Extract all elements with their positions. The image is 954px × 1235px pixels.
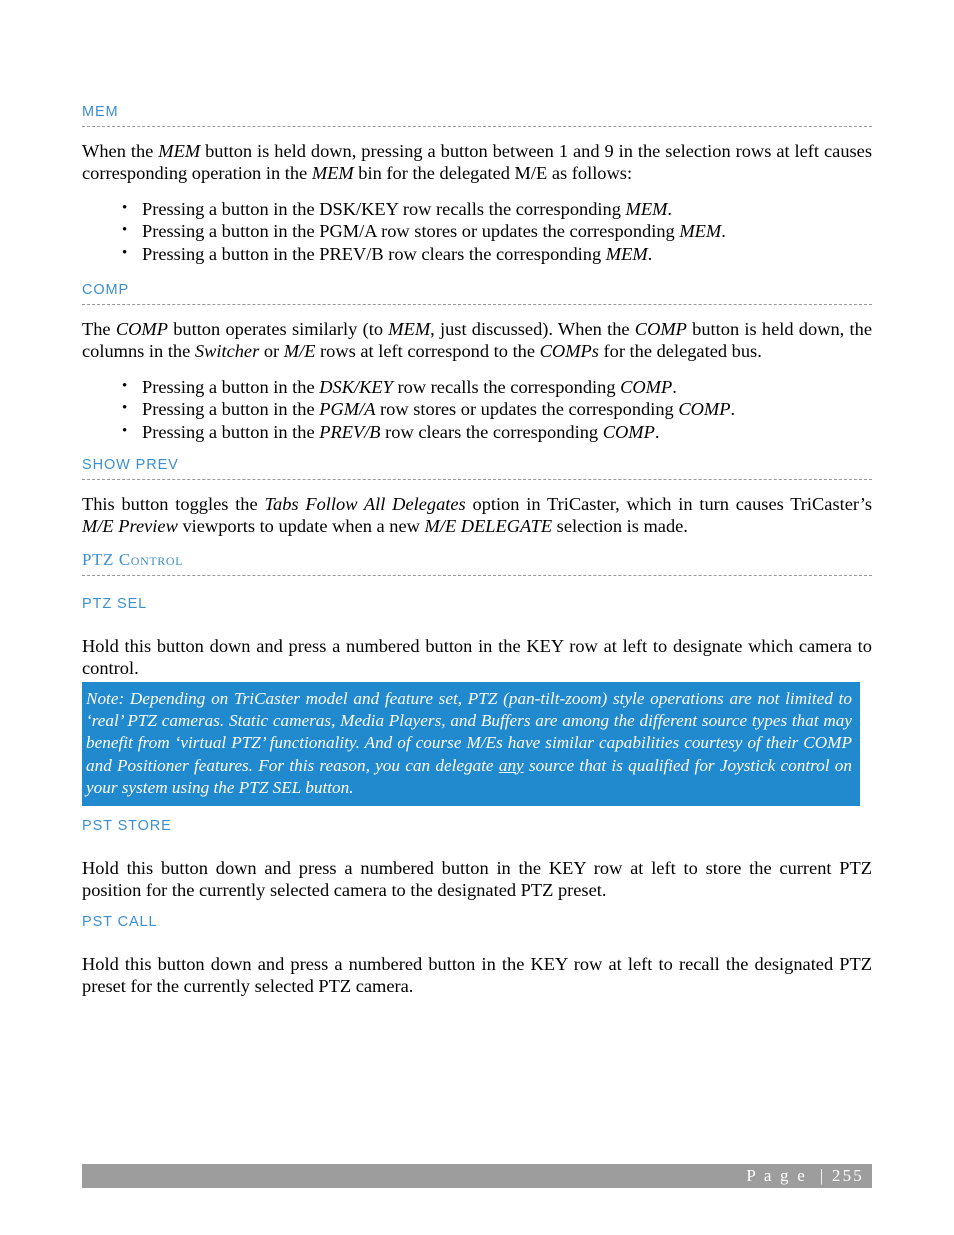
- text-run: .: [647, 244, 653, 265]
- text-run: Pressing a button in the: [142, 399, 320, 420]
- text-run: bin for the delegated M/E as follows:: [353, 163, 633, 184]
- emphasis: DSK/KEY: [319, 376, 393, 397]
- text-run: .: [667, 198, 673, 219]
- emphasis-underline-any: any: [498, 755, 524, 775]
- document-page: MEM When the MEM button is held down, pr…: [0, 0, 954, 1235]
- emphasis: Switcher: [194, 341, 260, 362]
- list-item: Pressing a button in the PREV/B row clea…: [82, 242, 872, 266]
- list-item: Pressing a button in the PGM/A row store…: [82, 397, 872, 421]
- text-run: When the: [82, 140, 159, 161]
- heading-pst-store: PST STORE: [82, 818, 172, 834]
- emphasis: COMP: [115, 318, 168, 339]
- heading-pst-call: PST CALL: [82, 914, 158, 930]
- emphasis: MEM: [388, 318, 431, 339]
- text-run: .: [721, 221, 726, 242]
- emphasis: COMP: [602, 422, 655, 443]
- text-run: Pressing a button in the: [142, 376, 320, 397]
- text-run: .: [654, 422, 660, 443]
- text-run: The: [82, 318, 116, 339]
- bullet-list-mem: Pressing a button in the DSK/KEY row rec…: [82, 197, 872, 266]
- note-callout-box: Note: Depending on TriCaster model and f…: [82, 682, 860, 807]
- text-run: row clears the corresponding: [380, 422, 603, 443]
- emphasis: M/E: [283, 341, 316, 362]
- emphasis-mem: MEM: [158, 140, 201, 161]
- text-run: for the delegated bus.: [598, 341, 762, 362]
- text-run: viewports to update when a new: [177, 516, 425, 537]
- footer-page-number: P a g e | 255: [746, 1166, 864, 1185]
- heading-show-prev: SHOW PREV: [82, 457, 872, 480]
- text-run: row recalls the corresponding: [392, 376, 621, 397]
- emphasis: COMP: [634, 318, 687, 339]
- list-item: Pressing a button in the DSK/KEY row rec…: [82, 375, 872, 399]
- bullet-list-comp: Pressing a button in the DSK/KEY row rec…: [82, 375, 872, 444]
- section-ptz-control: PTZ Control: [82, 550, 872, 576]
- heading-ptz-sel: PTZ SEL: [82, 596, 148, 612]
- heading-mem: MEM: [82, 104, 872, 127]
- text-run: Pressing a button in the DSK/KEY row rec…: [142, 198, 626, 219]
- footer-bar: P a g e | 255: [82, 1164, 872, 1188]
- emphasis: PGM/A: [319, 399, 376, 420]
- text-run: selection is made.: [552, 516, 688, 537]
- text-run: option in TriCaster, which in turn cause…: [465, 493, 872, 514]
- text-run: .: [730, 399, 736, 420]
- emphasis: MEM: [625, 198, 668, 219]
- heading-comp: COMP: [82, 282, 872, 305]
- paragraph-pst-store: Hold this button down and press a number…: [82, 857, 872, 901]
- heading-ptz-control: PTZ Control: [82, 550, 872, 576]
- section-ptz-sel: PTZ SEL Hold this button down and press …: [82, 596, 872, 680]
- paragraph-mem: When the MEM button is held down, pressi…: [82, 140, 872, 185]
- emphasis: COMP: [678, 399, 731, 420]
- emphasis: COMP: [620, 376, 673, 397]
- emphasis-mem: MEM: [311, 163, 354, 184]
- emphasis: MEM: [605, 244, 648, 265]
- paragraph-comp: The COMP button operates similarly (to M…: [82, 318, 872, 363]
- text-run: or: [259, 341, 284, 362]
- section-comp: COMP The COMP button operates similarly …: [82, 282, 872, 444]
- text-run: button operates similarly (to: [167, 318, 389, 339]
- section-pst-store: PST STORE Hold this button down and pres…: [82, 818, 872, 902]
- text-run: rows at left correspond to the: [315, 341, 540, 362]
- paragraph-ptz-sel: Hold this button down and press a number…: [82, 635, 872, 679]
- text-run: row stores or updates the corresponding: [375, 399, 679, 420]
- section-mem: MEM When the MEM button is held down, pr…: [82, 104, 872, 266]
- section-show-prev: SHOW PREV This button toggles the Tabs F…: [82, 457, 872, 538]
- section-pst-call: PST CALL Hold this button down and press…: [82, 914, 872, 998]
- paragraph-pst-call: Hold this button down and press a number…: [82, 953, 872, 997]
- emphasis: M/E Preview: [82, 516, 178, 537]
- text-run: , just discussed). When the: [430, 318, 635, 339]
- emphasis: COMPs: [539, 341, 599, 362]
- paragraph-show-prev: This button toggles the Tabs Follow All …: [82, 493, 872, 538]
- emphasis: PREV/B: [319, 422, 381, 443]
- text-run: Pressing a button in the PREV/B row clea…: [142, 244, 606, 265]
- emphasis: M/E DELEGATE: [424, 516, 553, 537]
- list-item: Pressing a button in the PGM/A row store…: [82, 219, 872, 243]
- text-run: Pressing a button in the PGM/A row store…: [142, 221, 680, 242]
- list-item: Pressing a button in the PREV/B row clea…: [82, 420, 872, 444]
- emphasis: Tabs Follow All Delegates: [264, 493, 466, 514]
- text-run: Pressing a button in the: [142, 422, 320, 443]
- section-note: Note: Depending on TriCaster model and f…: [82, 682, 872, 807]
- text-run: .: [672, 376, 677, 397]
- text-run: This button toggles the: [82, 493, 265, 514]
- emphasis: MEM: [679, 221, 722, 242]
- list-item: Pressing a button in the DSK/KEY row rec…: [82, 197, 872, 221]
